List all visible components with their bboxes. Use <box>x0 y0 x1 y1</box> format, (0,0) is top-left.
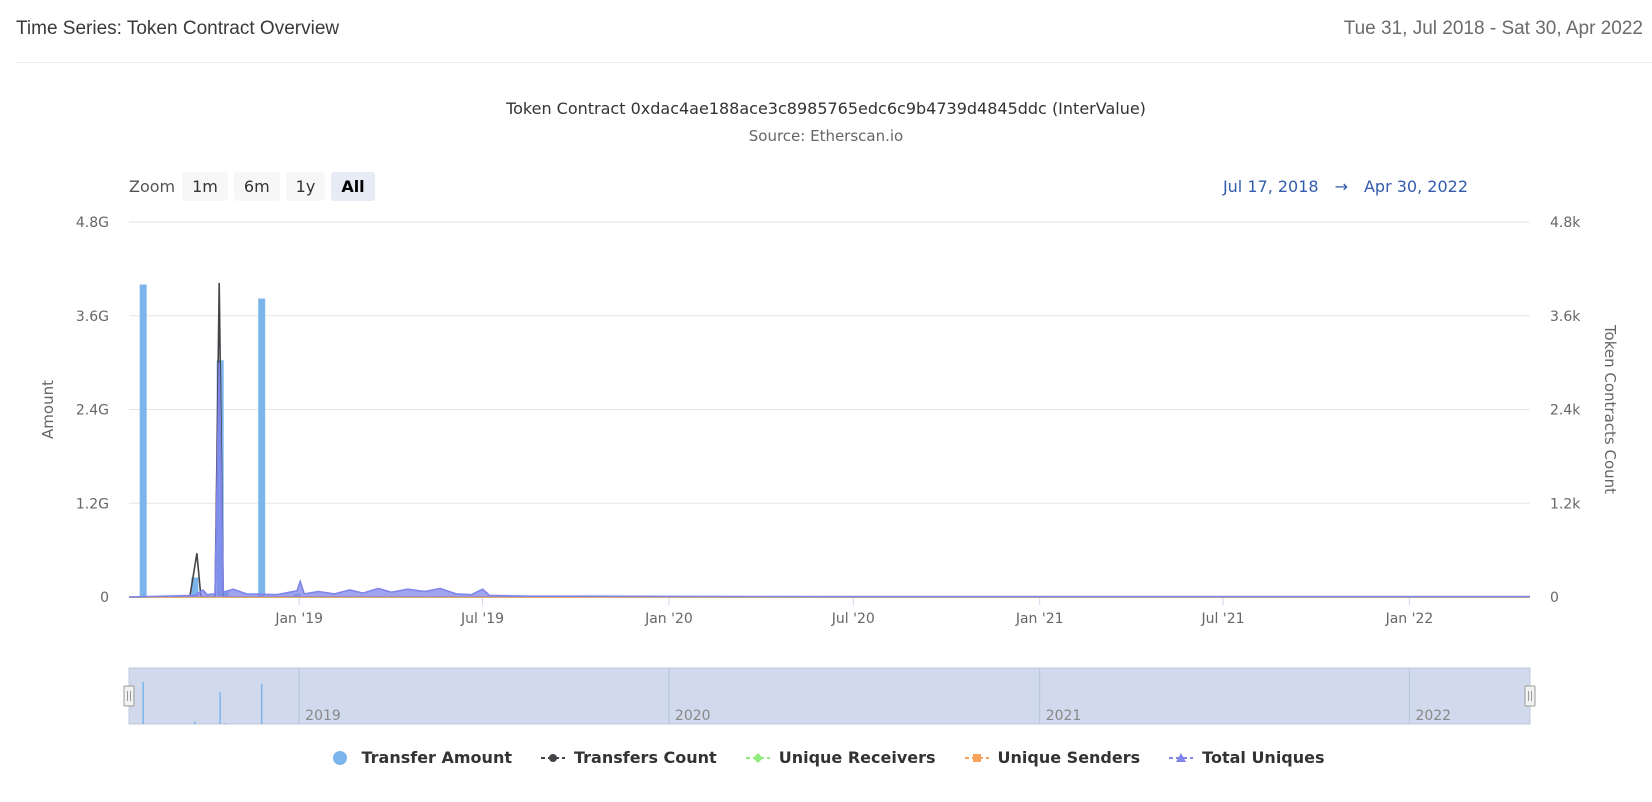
line-total-uniques <box>128 362 1530 598</box>
circle-legend-icon <box>333 750 348 765</box>
x-tick-label: Jul '20 <box>831 611 875 627</box>
navigator[interactable]: 2019 2020 2021 2022 <box>123 667 1536 725</box>
y-left-tick-label: 1.2G <box>76 496 109 512</box>
circle-line-legend-icon <box>540 753 565 762</box>
legend-item-unique-receivers[interactable]: Unique Receivers <box>745 748 936 767</box>
y-left-tick-label: 2.4G <box>76 403 109 419</box>
area-total-uniques <box>129 362 1530 597</box>
navigator-handle-left[interactable] <box>123 685 135 707</box>
y-right-tick-label: 3.6k <box>1550 309 1581 325</box>
x-tick-label: Jul '19 <box>460 611 504 627</box>
x-tick-label: Jan '21 <box>1015 611 1064 627</box>
diamond-line-legend-icon <box>745 752 770 763</box>
x-tick-label: Jan '22 <box>1385 611 1434 627</box>
chart-legend: Transfer Amount Transfers Count Unique Rec… <box>0 748 1652 767</box>
legend-item-unique-senders[interactable]: Unique Senders <box>964 748 1141 767</box>
legend-label: Unique Senders <box>997 748 1141 767</box>
bar-transfer-amount <box>139 284 147 597</box>
bar-transfer-amount <box>258 298 266 597</box>
legend-marker <box>972 753 981 762</box>
navigator-year-label: 2019 <box>305 708 341 724</box>
x-tick-label: Jan '19 <box>274 611 323 627</box>
navigator-year-label: 2022 <box>1415 708 1451 724</box>
legend-item-transfers-count[interactable]: Transfers Count <box>540 748 717 767</box>
x-tick-label: Jan '20 <box>644 611 693 627</box>
y-axis-right: 0 1.2k 2.4k 3.6k 4.8k Token Contracts Count <box>1550 215 1619 606</box>
y-left-tick-label: 0 <box>100 590 109 606</box>
navigator-year-label: 2020 <box>675 708 711 724</box>
y-left-tick-label: 3.6G <box>76 309 109 325</box>
grid-lines <box>129 221 1530 598</box>
legend-label: Transfer Amount <box>361 748 512 767</box>
legend-label: Unique Receivers <box>778 748 936 767</box>
y-left-tick-label: 4.8G <box>76 215 109 231</box>
line-transfers-count <box>129 282 1530 598</box>
navigator-year-label: 2021 <box>1046 708 1082 724</box>
y-right-axis-title: Token Contracts Count <box>1601 324 1619 494</box>
legend-label: Transfers Count <box>573 748 717 767</box>
square-line-legend-icon <box>964 753 989 762</box>
triangle-line-legend-icon <box>1169 752 1194 762</box>
y-right-tick-label: 4.8k <box>1550 215 1581 231</box>
y-right-tick-label: 0 <box>1550 590 1559 606</box>
legend-label: Total Uniques <box>1202 748 1325 767</box>
legend-item-total-uniques[interactable]: Total Uniques <box>1168 748 1325 767</box>
chart-canvas: 0 1.2G 2.4G 3.6G 4.8G Amount 0 1.2k 2.4k 3.6k 4.8… <box>39 215 1619 725</box>
legend-marker <box>548 753 557 762</box>
y-right-tick-label: 1.2k <box>1550 496 1581 512</box>
y-left-axis-title: Amount <box>39 380 57 439</box>
plot-series <box>128 282 1530 598</box>
x-axis: Jan '19 Jul '19 Jan '20 Jul '20 Jan '21 Jul '… <box>274 597 1433 627</box>
legend-item-transfer-amount[interactable]: Transfer Amount <box>327 748 512 767</box>
legend-marker <box>333 750 348 765</box>
y-right-tick-label: 2.4k <box>1550 403 1581 419</box>
legend-marker <box>752 752 763 763</box>
navigator-handle-right[interactable] <box>1524 685 1536 707</box>
y-axis-left: 0 1.2G 2.4G 3.6G 4.8G Amount <box>39 215 109 606</box>
x-tick-label: Jul '21 <box>1201 611 1245 627</box>
